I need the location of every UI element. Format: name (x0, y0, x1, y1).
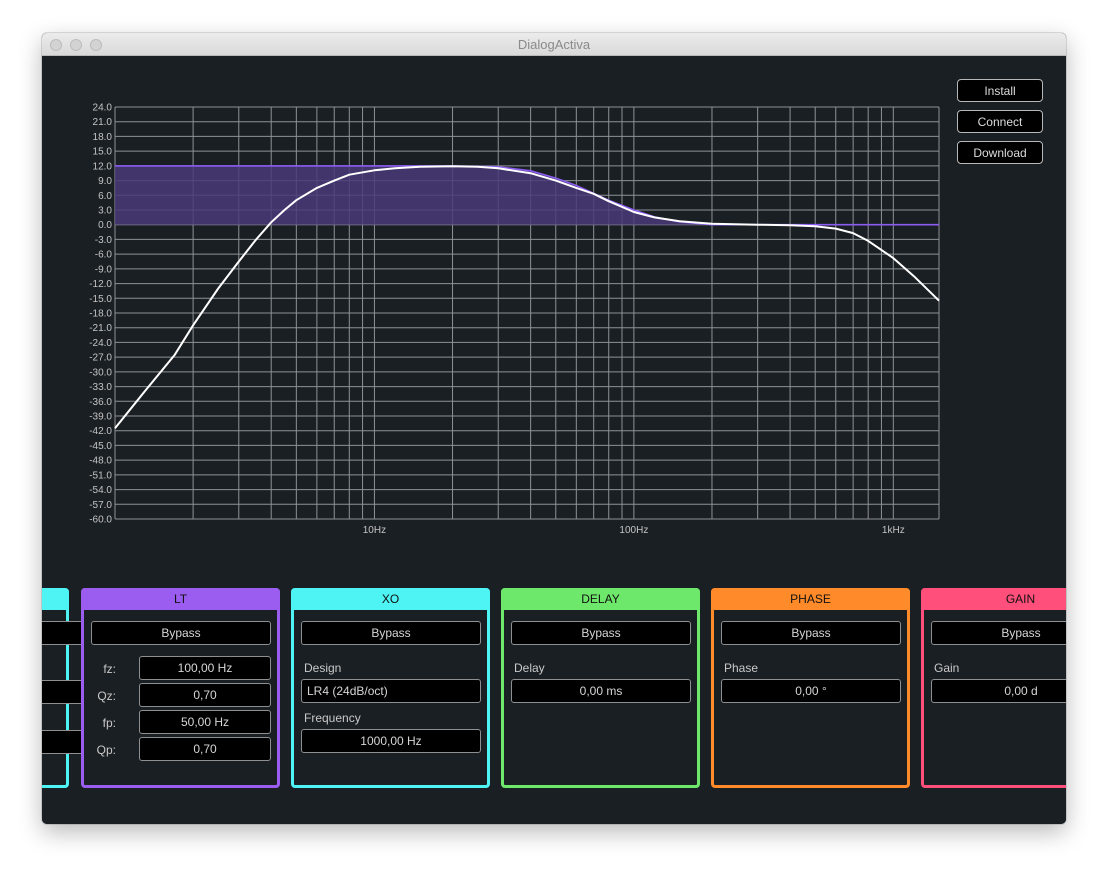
module-phase-title: PHASE (711, 588, 910, 610)
app-window: DialogActiva 24.0 21.0 18.0 15.0 12.0 9.0 6.0 3… (42, 33, 1066, 824)
x-tick-label: 100Hz (619, 525, 648, 536)
phase-field[interactable]: 0,00 ° (721, 679, 901, 703)
gain-bypass-button[interactable]: Bypass (931, 621, 1066, 645)
y-tick-label: -27.0 (89, 353, 112, 364)
y-tick-label: -45.0 (89, 441, 112, 452)
frequency-response-chart: 24.0 21.0 18.0 15.0 12.0 9.0 6.0 3.0 0.0 -3.0 -6.0… (89, 103, 940, 536)
x-tick-label: 1kHz (882, 525, 905, 536)
y-tick-label: -21.0 (89, 323, 112, 334)
y-tick-label: 12.0 (93, 161, 113, 172)
y-tick-label: -36.0 (89, 397, 112, 408)
y-tick-label: -57.0 (89, 500, 112, 511)
y-tick-label: -15.0 (89, 294, 112, 305)
module-xo: XO Bypass Design LR4 (24dB/oct) Frequenc… (291, 588, 490, 788)
lt-fp-label: fp: (102, 716, 116, 730)
module-partial-left (42, 588, 153, 788)
y-tick-label: 24.0 (93, 103, 113, 114)
gain-label: Gain (934, 661, 960, 675)
xo-bypass-button[interactable]: Bypass (301, 621, 481, 645)
y-tick-label: -18.0 (89, 309, 112, 320)
x-tick-label: 10Hz (363, 525, 386, 536)
y-tick-label: -6.0 (95, 250, 113, 261)
delay-label: Delay (514, 661, 545, 675)
delay-bypass-button[interactable]: Bypass (511, 621, 691, 645)
lt-qz-label: Qz: (97, 689, 116, 703)
y-tick-labels: 24.0 21.0 18.0 15.0 12.0 9.0 6.0 3.0 0.0 -3.0 -6.0… (89, 103, 112, 526)
lt-qz-field[interactable]: 0,70 (139, 683, 271, 707)
lt-fp-field[interactable]: 50,00 Hz (139, 710, 271, 734)
module-delay: DELAY Bypass Delay 0,00 ms (501, 588, 700, 788)
processing-modules-strip: LT Bypass fz: 100,00 Hz Qz: 0,70 fp: 50,… (42, 588, 1066, 800)
y-tick-label: -39.0 (89, 412, 112, 423)
y-tick-label: 6.0 (98, 191, 112, 202)
y-tick-label: 21.0 (93, 117, 113, 128)
module-delay-title: DELAY (501, 588, 700, 610)
lt-qp-label: Qp: (96, 743, 116, 757)
y-tick-label: 18.0 (93, 132, 113, 143)
gain-field[interactable]: 0,00 d (931, 679, 1066, 703)
y-tick-label: 3.0 (98, 206, 112, 217)
title-bar: DialogActiva (42, 33, 1066, 56)
y-tick-label: -33.0 (89, 382, 112, 393)
module-lt: LT Bypass fz: 100,00 Hz Qz: 0,70 fp: 50,… (81, 588, 280, 788)
y-tick-label: -51.0 (89, 470, 112, 481)
module-gain: GAIN Bypass Gain 0,00 d (921, 588, 1066, 788)
y-tick-label: 0.0 (98, 220, 112, 231)
delay-field[interactable]: 0,00 ms (511, 679, 691, 703)
y-tick-label: 15.0 (93, 147, 113, 158)
lt-fz-field[interactable]: 100,00 Hz (139, 656, 271, 680)
xo-design-label: Design (304, 661, 342, 675)
install-button[interactable]: Install (957, 79, 1043, 102)
phase-label: Phase (724, 661, 759, 675)
module-lt-title: LT (81, 588, 280, 610)
y-tick-label: -12.0 (89, 279, 112, 290)
y-tick-label: -48.0 (89, 456, 112, 467)
y-tick-label: -42.0 (89, 426, 112, 437)
main-content: 24.0 21.0 18.0 15.0 12.0 9.0 6.0 3.0 0.0 -3.0 -6.0… (42, 56, 1066, 824)
module-partial-header (42, 588, 69, 610)
y-tick-label: -60.0 (89, 515, 112, 526)
y-tick-label: -3.0 (95, 235, 113, 246)
lt-bypass-button[interactable]: Bypass (91, 621, 271, 645)
y-tick-label: -30.0 (89, 367, 112, 378)
lt-qp-field[interactable]: 0,70 (139, 737, 271, 761)
phase-bypass-button[interactable]: Bypass (721, 621, 901, 645)
y-tick-label: 9.0 (98, 176, 112, 187)
lt-fz-label: fz: (103, 662, 116, 676)
module-gain-title: GAIN (921, 588, 1066, 610)
window-title: DialogActiva (517, 37, 591, 52)
y-tick-label: -9.0 (95, 264, 113, 275)
xo-frequency-field[interactable]: 1000,00 Hz (301, 729, 481, 753)
xo-frequency-label: Frequency (304, 711, 361, 725)
module-phase: PHASE Bypass Phase 0,00 ° (711, 588, 910, 788)
connect-button[interactable]: Connect (957, 110, 1043, 133)
download-button[interactable]: Download (957, 141, 1043, 164)
x-tick-labels: 10Hz 100Hz 1kHz (363, 525, 905, 536)
xo-design-select[interactable]: LR4 (24dB/oct) (301, 679, 481, 703)
y-tick-label: -54.0 (89, 485, 112, 496)
module-xo-title: XO (291, 588, 490, 610)
y-tick-label: -24.0 (89, 338, 112, 349)
